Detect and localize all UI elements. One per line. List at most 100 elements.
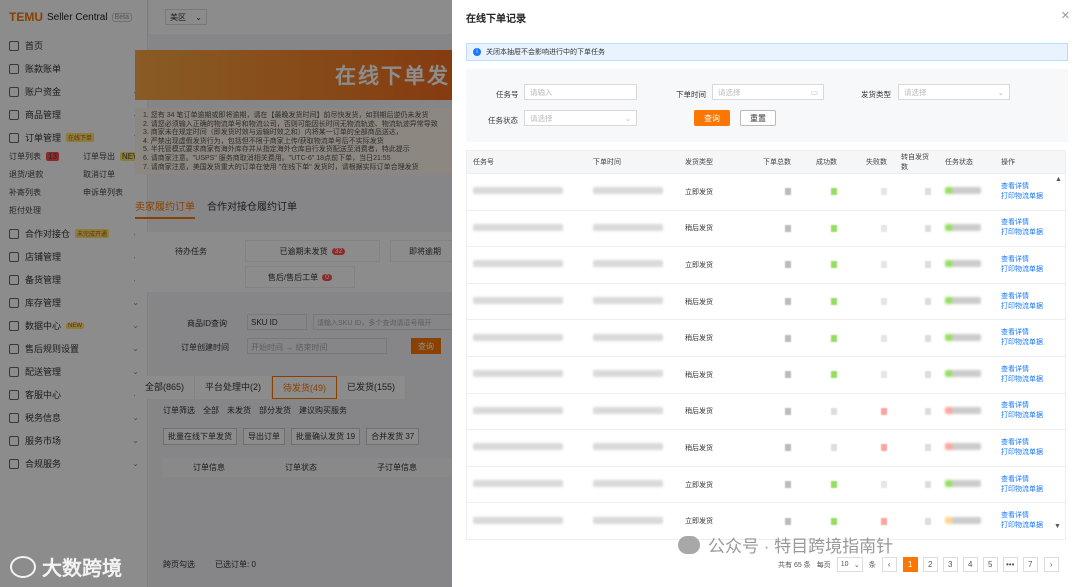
task-no-cell (467, 223, 587, 233)
task-no-cell (467, 260, 587, 269)
fail-cell (845, 188, 895, 196)
redacted-number (831, 188, 837, 196)
col-header: 转自发货数 (901, 154, 929, 171)
self-ship-cell (895, 334, 939, 342)
redacted-text (473, 223, 563, 231)
ship-type-cell: 稍后发货 (685, 371, 713, 379)
ship-type-cell: 稍后发货 (685, 335, 713, 343)
redacted-text (593, 443, 663, 451)
redacted-number (881, 517, 887, 525)
task-no-cell (467, 370, 587, 379)
redacted-number (785, 298, 791, 306)
page-button[interactable]: 2 (922, 557, 938, 572)
page-button[interactable]: 3 (942, 557, 958, 572)
fail-cell (845, 407, 895, 415)
col-header: 下单总数 (763, 159, 791, 166)
total-cell (735, 444, 799, 452)
redacted-number (831, 298, 837, 306)
status-cell (939, 370, 995, 379)
ship-type-select[interactable]: 请选择 ⌄ (898, 84, 1010, 100)
placeholder: 请选择 (718, 87, 741, 97)
total-cell (735, 224, 799, 232)
table-row: 立即发货 查看详情 打印物流单据 (467, 246, 1065, 283)
fail-cell (845, 371, 895, 379)
page-size-select[interactable]: 10 ⌄ (836, 557, 863, 572)
alert-text: 关闭本抽屉不会影响进行中的下单任务 (486, 49, 605, 56)
redacted-number (881, 481, 887, 489)
ship-type-cell: 稍后发货 (685, 225, 713, 233)
page-button[interactable]: 7 (1022, 557, 1038, 572)
scroll-down-icon[interactable]: ▼ (1054, 523, 1061, 530)
redacted-number (925, 481, 931, 489)
redacted-text (473, 260, 563, 268)
chevron-down-icon: ⌄ (997, 87, 1004, 97)
redacted-number (925, 517, 931, 525)
chevron-down-icon: ⌄ (624, 113, 631, 123)
scroll-up-icon[interactable]: ▲ (1055, 176, 1062, 188)
status-tag (945, 260, 981, 268)
success-cell (799, 188, 845, 196)
table-row: 稍后发货 查看详情 打印物流单据 (467, 392, 1065, 430)
redacted-text (473, 297, 563, 305)
task-no-input[interactable]: 请输入 (524, 84, 637, 100)
order-time-picker[interactable]: 请选择 ▭ (712, 84, 824, 100)
redacted-number (831, 444, 837, 452)
status-cell (939, 406, 995, 416)
table-row: 立即发货 查看详情 打印物流单据 (467, 465, 1065, 503)
total-cell (735, 407, 799, 415)
self-ship-cell (895, 371, 939, 379)
redacted-number (925, 334, 931, 342)
status-tag (945, 406, 981, 414)
redacted-text (593, 223, 663, 231)
redacted-number (831, 371, 837, 379)
table-scrollbar[interactable]: ▲ ▼ (1054, 176, 1062, 530)
redacted-number (831, 261, 837, 269)
redacted-number (785, 334, 791, 342)
success-cell (799, 224, 845, 232)
task-no-cell (467, 187, 587, 196)
label-ship-type: 发货类型 (861, 90, 891, 99)
page-button[interactable]: 1 (902, 557, 918, 572)
redacted-text (473, 187, 563, 195)
total-cell (735, 261, 799, 269)
watermark-left: 大数跨境 (10, 552, 122, 581)
page-button[interactable]: 4 (962, 557, 978, 572)
redacted-text (593, 516, 663, 524)
task-no-cell (467, 480, 587, 489)
status-tag (945, 370, 981, 378)
online-order-record-drawer: 在线下单记录 ✕ i 关闭本抽屉不会影响进行中的下单任务 任务号 请输入 下单时… (452, 0, 1080, 587)
self-ship-cell (895, 261, 939, 269)
ship-type-cell: 立即发货 (685, 481, 713, 489)
redacted-number (831, 334, 837, 342)
total-cell (735, 188, 799, 196)
query-button[interactable]: 查询 (694, 110, 730, 126)
order-time-cell (587, 260, 679, 269)
fail-cell (845, 444, 895, 452)
next-page-button[interactable]: › (1043, 557, 1059, 572)
col-header: 成功数 (816, 159, 837, 166)
self-ship-cell (895, 188, 939, 196)
prev-page-button[interactable]: ‹ (881, 557, 897, 572)
col-header: 任务状态 (945, 159, 973, 166)
table-row: 稍后发货 查看详情 打印物流单据 (467, 282, 1065, 320)
task-status-select[interactable]: 请选择 ⌄ (524, 110, 637, 126)
table-row: 稍后发货 查看详情 打印物流单据 (467, 319, 1065, 356)
redacted-number (785, 444, 791, 452)
close-icon[interactable]: ✕ (1061, 9, 1070, 22)
total-cell (735, 481, 799, 489)
watermark-right: 公众号 · 特目跨境指南针 (678, 532, 893, 557)
redacted-number (881, 407, 887, 415)
redacted-number (785, 517, 791, 525)
redacted-number (785, 188, 791, 196)
task-no-cell (467, 443, 587, 452)
reset-button[interactable]: 重置 (740, 110, 776, 126)
redacted-text (473, 370, 563, 378)
redacted-number (785, 224, 791, 232)
fail-cell (845, 224, 895, 232)
table-row: 稍后发货 查看详情 打印物流单据 (467, 209, 1065, 247)
fail-cell (845, 261, 895, 269)
status-tag (945, 443, 981, 451)
order-time-cell (587, 370, 679, 379)
page-list: 1 2 3 4 5 ••• 7 (902, 557, 1038, 572)
page-button[interactable]: 5 (982, 557, 998, 572)
